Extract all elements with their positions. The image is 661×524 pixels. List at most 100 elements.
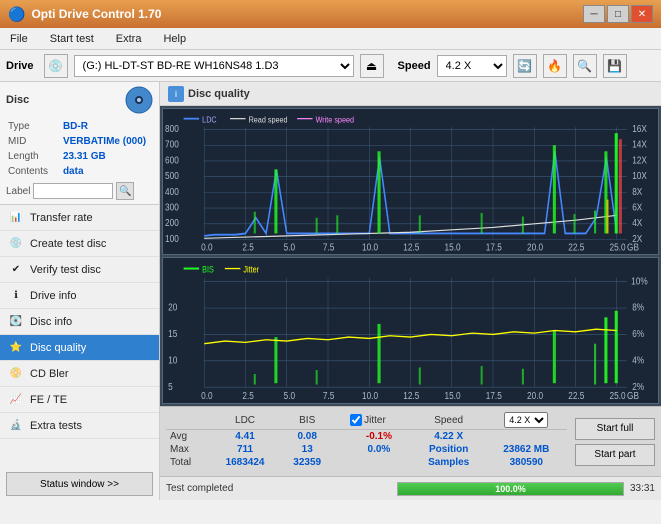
svg-text:12X: 12X <box>632 155 647 166</box>
svg-text:Read speed: Read speed <box>249 115 288 125</box>
total-ldc: 1683424 <box>210 456 281 469</box>
close-button[interactable]: ✕ <box>631 5 653 23</box>
start-part-button[interactable]: Start part <box>575 444 655 466</box>
svg-text:20.0: 20.0 <box>527 390 543 402</box>
svg-text:100: 100 <box>165 233 179 244</box>
refresh-button[interactable]: 🔄 <box>513 54 537 78</box>
drive-icon-btn[interactable]: 💿 <box>44 54 68 78</box>
svg-text:5: 5 <box>168 381 173 393</box>
svg-text:4%: 4% <box>632 355 644 367</box>
svg-text:16X: 16X <box>632 123 647 134</box>
label-label: Label <box>6 186 30 197</box>
create-test-icon: 💿 <box>8 236 24 252</box>
col-bis: BIS <box>280 411 334 430</box>
svg-text:10%: 10% <box>631 275 648 287</box>
stats-row-avg: Avg 4.41 0.08 -0.1% 4.22 X <box>166 430 567 444</box>
svg-text:2.5: 2.5 <box>242 390 253 402</box>
charts-container: LDC Read speed Write speed <box>160 106 661 406</box>
svg-text:10.0: 10.0 <box>362 390 378 402</box>
svg-text:22.5: 22.5 <box>568 242 584 253</box>
total-spacer <box>334 456 346 469</box>
cd-bler-icon: 📀 <box>8 366 24 382</box>
col-speed-select: 4.2 X <box>486 411 567 430</box>
samples-label: Samples <box>412 456 486 469</box>
sidebar-item-cd-bler[interactable]: 📀 CD Bler <box>0 361 159 387</box>
burn-button[interactable]: 🔥 <box>543 54 567 78</box>
stats-bar: LDC BIS Jitter Speed <box>160 406 661 476</box>
type-value: BD-R <box>63 120 151 133</box>
title-bar: 🔵 Opti Drive Control 1.70 ─ □ ✕ <box>0 0 661 28</box>
sidebar-item-create-test[interactable]: 💿 Create test disc <box>0 231 159 257</box>
svg-text:300: 300 <box>165 202 179 213</box>
sidebar-item-disc-quality[interactable]: ⭐ Disc quality <box>0 335 159 361</box>
extra-tests-icon: 🔬 <box>8 418 24 434</box>
svg-text:5.0: 5.0 <box>284 242 295 253</box>
start-full-button[interactable]: Start full <box>575 418 655 440</box>
speed-select[interactable]: 4.2 X <box>437 55 507 77</box>
sidebar-item-fe-te[interactable]: 📈 FE / TE <box>0 387 159 413</box>
max-position-value: 23862 MB <box>486 443 567 456</box>
minimize-button[interactable]: ─ <box>583 5 605 23</box>
drive-select[interactable]: (G:) HL-DT-ST BD-RE WH16NS48 1.D3 <box>74 55 354 77</box>
stats-table-container: LDC BIS Jitter Speed <box>166 411 567 472</box>
max-spacer <box>334 443 346 456</box>
status-window-button[interactable]: Status window >> <box>6 472 153 496</box>
svg-text:20: 20 <box>168 302 177 314</box>
label-row: Label 🔍 <box>6 182 153 200</box>
sidebar-item-verify-test[interactable]: ✔ Verify test disc <box>0 257 159 283</box>
maximize-button[interactable]: □ <box>607 5 629 23</box>
total-label: Total <box>166 456 210 469</box>
sidebar-item-drive-info[interactable]: ℹ Drive info <box>0 283 159 309</box>
elapsed-time: 33:31 <box>630 483 655 494</box>
progress-bar-area: Test completed 100.0% 33:31 <box>160 476 661 500</box>
svg-text:12.5: 12.5 <box>403 242 419 253</box>
svg-text:15.0: 15.0 <box>445 242 461 253</box>
menu-start-test[interactable]: Start test <box>44 31 100 47</box>
main-layout: Disc Type BD-R MID VERBATIMe (000) <box>0 82 661 500</box>
svg-text:GB: GB <box>627 242 639 253</box>
drive-toolbar: Drive 💿 (G:) HL-DT-ST BD-RE WH16NS48 1.D… <box>0 50 661 82</box>
menu-help[interactable]: Help <box>157 31 192 47</box>
avg-speed: 4.22 X <box>412 430 486 444</box>
disc-info-table: Type BD-R MID VERBATIMe (000) Length 23.… <box>6 118 153 180</box>
svg-text:17.5: 17.5 <box>486 390 502 402</box>
svg-text:700: 700 <box>165 139 179 150</box>
sidebar-item-extra-tests[interactable]: 🔬 Extra tests <box>0 413 159 439</box>
stats-row-max: Max 711 13 0.0% Position 23862 MB <box>166 443 567 456</box>
svg-text:LDC: LDC <box>202 115 217 125</box>
jitter-checkbox[interactable] <box>350 414 362 426</box>
avg-spacer <box>334 430 346 444</box>
sidebar-item-transfer-rate[interactable]: 📊 Transfer rate <box>0 205 159 231</box>
svg-text:0.0: 0.0 <box>201 242 212 253</box>
svg-text:4X: 4X <box>632 218 642 229</box>
label-search-button[interactable]: 🔍 <box>116 182 134 200</box>
label-input[interactable] <box>33 183 113 199</box>
menu-file[interactable]: File <box>4 31 34 47</box>
max-label: Max <box>166 443 210 456</box>
svg-text:12.5: 12.5 <box>403 390 419 402</box>
type-label: Type <box>8 120 61 133</box>
window-controls: ─ □ ✕ <box>583 5 653 23</box>
speed-display-select[interactable]: 4.2 X <box>504 412 548 428</box>
svg-text:6%: 6% <box>632 328 644 340</box>
sidebar-item-disc-info[interactable]: 💽 Disc info <box>0 309 159 335</box>
svg-text:15: 15 <box>168 328 177 340</box>
svg-text:22.5: 22.5 <box>568 390 584 402</box>
fe-te-label: FE / TE <box>30 394 67 406</box>
max-jitter: 0.0% <box>346 443 412 456</box>
progress-container: 100.0% <box>397 482 624 496</box>
svg-text:7.5: 7.5 <box>323 242 334 253</box>
drive-label: Drive <box>6 60 34 72</box>
scan-button[interactable]: 🔍 <box>573 54 597 78</box>
menu-extra[interactable]: Extra <box>110 31 148 47</box>
save-button[interactable]: 💾 <box>603 54 627 78</box>
max-bis: 13 <box>280 443 334 456</box>
col-spacer <box>334 411 346 430</box>
svg-text:15.0: 15.0 <box>445 390 461 402</box>
avg-label: Avg <box>166 430 210 444</box>
cd-bler-label: CD Bler <box>30 368 69 380</box>
eject-button[interactable]: ⏏ <box>360 54 384 78</box>
svg-text:BIS: BIS <box>202 265 214 275</box>
fe-te-icon: 📈 <box>8 392 24 408</box>
lower-chart: BIS Jitter <box>162 257 659 404</box>
